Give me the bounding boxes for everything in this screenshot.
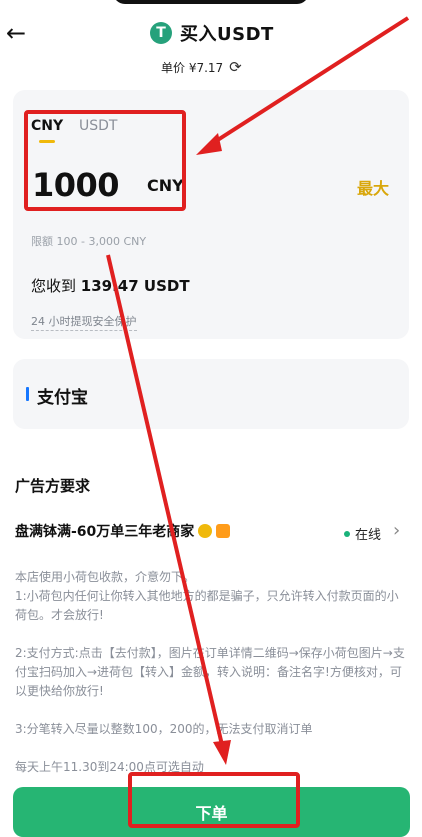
phone-notch (113, 0, 309, 4)
merchant-row[interactable]: 盘满钵满-60万单三年老商家 (15, 521, 231, 541)
annotation-highlight-box (24, 110, 186, 211)
page-title-group: T 买入USDT (150, 19, 274, 47)
annotation-highlight-box (128, 772, 300, 828)
protection-note[interactable]: 24 小时提现安全保护 (31, 313, 137, 331)
chevron-right-icon[interactable]: › (393, 520, 400, 541)
online-label: 在线 (355, 528, 382, 543)
terms-paragraph: 2:支付方式:点击【去付款】，图片在订单详情二维码→保存小荷包图片→支付宝扫码加… (15, 646, 405, 698)
unit-price: 单价 ¥7.17 (161, 60, 224, 75)
page-title: 买入USDT (180, 24, 274, 45)
online-status: 在线 (344, 524, 381, 543)
payment-accent-bar (26, 387, 29, 401)
advertiser-terms: 本店使用小荷包收款，介意勿下。 1:小荷包内任何让你转入其他地方的都是骗子，只允… (15, 568, 410, 796)
advertiser-requirements-title: 广告方要求 (15, 477, 91, 495)
max-button[interactable]: 最大 (357, 175, 389, 199)
limit-text: 限额 100 - 3,000 CNY (31, 235, 147, 248)
merchant-shield-icon (216, 524, 231, 538)
receive-row: 您收到 139.47 USDT (31, 275, 190, 296)
back-arrow-icon[interactable]: ← (6, 20, 34, 48)
payment-method-label[interactable]: 支付宝 (37, 383, 88, 408)
refresh-icon[interactable]: ⟳ (229, 58, 242, 76)
merchant-name[interactable]: 盘满钵满-60万单三年老商家 (15, 521, 194, 541)
receive-amount: 139.47 USDT (80, 277, 190, 295)
unit-price-row: 单价 ¥7.17 ⟳ (161, 58, 242, 76)
terms-paragraph: 3:分笔转入尽量以整数100，200的，无法支付取消订单 (15, 722, 313, 736)
usdt-logo-icon: T (150, 22, 172, 44)
online-dot-icon (344, 530, 350, 537)
terms-paragraph: 本店使用小荷包收款，介意勿下。 1:小荷包内任何让你转入其他地方的都是骗子，只允… (15, 570, 399, 622)
receive-label: 您收到 (31, 277, 77, 295)
verified-badge-icon (198, 524, 213, 538)
